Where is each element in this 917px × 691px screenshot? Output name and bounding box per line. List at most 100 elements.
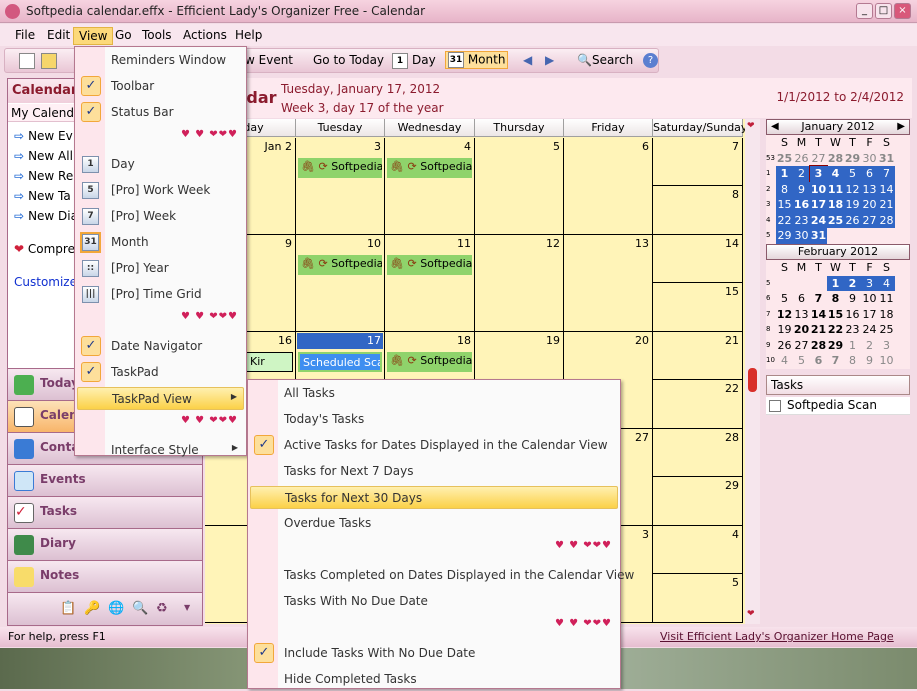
- mini-day[interactable]: 2: [861, 338, 878, 354]
- mini-day[interactable]: 29: [827, 338, 844, 354]
- mini-day[interactable]: 10: [878, 353, 895, 369]
- day-cell[interactable]: 11 🖇 ⟳ Softpedia: [385, 235, 475, 332]
- close-button[interactable]: ×: [894, 3, 911, 19]
- forward-arrow-icon[interactable]: ▶: [545, 53, 554, 67]
- mini-day[interactable]: 14: [878, 181, 895, 197]
- menu-item[interactable]: ✓ TaskPad: [77, 361, 244, 384]
- mini-day[interactable]: 4: [827, 166, 844, 182]
- mini-day[interactable]: 13: [793, 307, 810, 323]
- menu-item[interactable]: Interface Style ▶: [77, 439, 244, 462]
- mini-day[interactable]: 28: [878, 212, 895, 228]
- menu-item[interactable]: Hide Completed Tasks: [250, 668, 618, 691]
- mini-day[interactable]: [776, 276, 793, 292]
- heart-down-icon[interactable]: ❤: [747, 609, 755, 619]
- mini-day[interactable]: [793, 276, 810, 292]
- mini-day[interactable]: 26: [844, 212, 861, 228]
- globe-lock-icon[interactable]: 🌐: [108, 601, 124, 616]
- menu-view[interactable]: View: [73, 27, 114, 45]
- mini-day[interactable]: 29: [776, 228, 793, 244]
- nav-notes[interactable]: Notes: [8, 560, 202, 592]
- mini-day[interactable]: 27: [793, 338, 810, 354]
- mini-day[interactable]: 17: [861, 307, 878, 323]
- calendar-event[interactable]: 🖇 ⟳ Softpedia: [387, 255, 472, 275]
- mini-day[interactable]: 5: [844, 166, 861, 182]
- menu-item[interactable]: ✓ Toolbar: [77, 75, 244, 98]
- mini-day[interactable]: 3: [809, 165, 828, 183]
- sunday-cell[interactable]: 5: [653, 574, 743, 623]
- menu-item[interactable]: ✓ Include Tasks With No Due Date: [250, 642, 618, 665]
- mini-day[interactable]: [810, 276, 827, 292]
- nav-diary[interactable]: Diary: [8, 528, 202, 560]
- mini-day[interactable]: 3: [861, 275, 878, 291]
- mini-day[interactable]: 1: [776, 166, 793, 182]
- calendar-event[interactable]: 🖇 ⟳ Softpedia: [298, 255, 382, 275]
- mini-day[interactable]: 5: [793, 353, 810, 369]
- mini-day[interactable]: 24: [810, 212, 827, 228]
- back-arrow-icon[interactable]: ◀: [523, 53, 532, 67]
- chevron-down-icon[interactable]: ▼: [184, 603, 190, 612]
- mini-day[interactable]: 12: [776, 307, 793, 323]
- menu-item[interactable]: ✓ Active Tasks for Dates Displayed in the…: [250, 434, 618, 457]
- mini-day[interactable]: 18: [878, 307, 895, 323]
- menu-item[interactable]: Tasks for Next 7 Days: [250, 460, 618, 483]
- mini-day[interactable]: 6: [793, 291, 810, 307]
- mini-day[interactable]: 9: [844, 291, 861, 307]
- menu-help[interactable]: Help: [230, 27, 267, 43]
- heart-up-icon[interactable]: ❤: [747, 121, 755, 131]
- sunday-cell[interactable]: 8: [653, 186, 743, 235]
- menu-item[interactable]: Overdue Tasks: [250, 512, 618, 535]
- menu-item[interactable]: Tasks Completed on Dates Displayed in th…: [250, 564, 634, 587]
- key-icon[interactable]: 🔑: [84, 601, 100, 616]
- menu-item[interactable]: 31 Month: [77, 231, 244, 254]
- day-cell[interactable]: 13: [564, 235, 653, 332]
- go-to-today-button[interactable]: Go to Today: [313, 53, 384, 67]
- mini-day[interactable]: [861, 228, 878, 244]
- menu-item[interactable]: ||| [Pro] Time Grid: [77, 283, 244, 306]
- menu-file[interactable]: File: [10, 27, 40, 43]
- mini-day[interactable]: 6: [810, 353, 827, 369]
- mini-day[interactable]: 22: [827, 322, 844, 338]
- menu-item[interactable]: ✓ Status Bar: [77, 101, 244, 124]
- mini-day[interactable]: 25: [827, 212, 844, 228]
- mini-day[interactable]: 10: [861, 291, 878, 307]
- mini-day[interactable]: 26: [776, 338, 793, 354]
- next-month-arrow[interactable]: ▶: [897, 120, 905, 134]
- day-cell[interactable]: 10 🖇 ⟳ Softpedia: [296, 235, 385, 332]
- mini-day[interactable]: 8: [844, 353, 861, 369]
- nav-tasks[interactable]: ✓ Tasks: [8, 496, 202, 528]
- menu-item[interactable]: 7 [Pro] Week: [77, 205, 244, 228]
- sunday-cell[interactable]: 22: [653, 380, 743, 429]
- mini-day[interactable]: 7: [878, 166, 895, 182]
- menu-item[interactable]: ✓ Date Navigator: [77, 335, 244, 358]
- task-checkbox[interactable]: [769, 399, 781, 412]
- mini-day[interactable]: 9: [861, 353, 878, 369]
- menu-go[interactable]: Go: [110, 27, 137, 43]
- mini-day[interactable]: 26: [793, 151, 810, 167]
- mini-day[interactable]: 30: [861, 151, 878, 167]
- calendar-event[interactable]: 🖇 ⟳ Softpedia: [298, 158, 382, 178]
- mini-day[interactable]: 16: [793, 197, 810, 213]
- clipboard-icon[interactable]: 📋: [60, 601, 76, 616]
- saturday-cell[interactable]: 14: [653, 235, 743, 283]
- help-icon[interactable]: ?: [643, 53, 658, 68]
- mini-day[interactable]: 5: [776, 291, 793, 307]
- saturday-cell[interactable]: 4: [653, 526, 743, 574]
- menu-edit[interactable]: Edit: [42, 27, 75, 43]
- mini-day[interactable]: 6: [861, 166, 878, 182]
- sunday-cell[interactable]: 29: [653, 477, 743, 526]
- mini-day[interactable]: 19: [844, 197, 861, 213]
- home-page-link[interactable]: Visit Efficient Lady's Organizer Home Pa…: [660, 630, 894, 643]
- menu-actions[interactable]: Actions: [178, 27, 232, 43]
- mini-day[interactable]: 19: [776, 322, 793, 338]
- mini-day[interactable]: 18: [827, 197, 844, 213]
- mini-day[interactable]: 27: [810, 151, 827, 167]
- compress-link[interactable]: ❤ Compres: [14, 242, 81, 256]
- mini-day[interactable]: 23: [844, 322, 861, 338]
- search-icon[interactable]: 🔍: [132, 601, 148, 616]
- mini-day[interactable]: 21: [878, 197, 895, 213]
- calendar-event[interactable]: 🖇 ⟳ Softpedia: [387, 158, 472, 178]
- mini-day[interactable]: 15: [827, 307, 844, 323]
- new-all-day-link[interactable]: ⇨ New All: [14, 149, 73, 163]
- menu-item[interactable]: Reminders Window: [77, 49, 244, 72]
- mini-day[interactable]: 4: [776, 353, 793, 369]
